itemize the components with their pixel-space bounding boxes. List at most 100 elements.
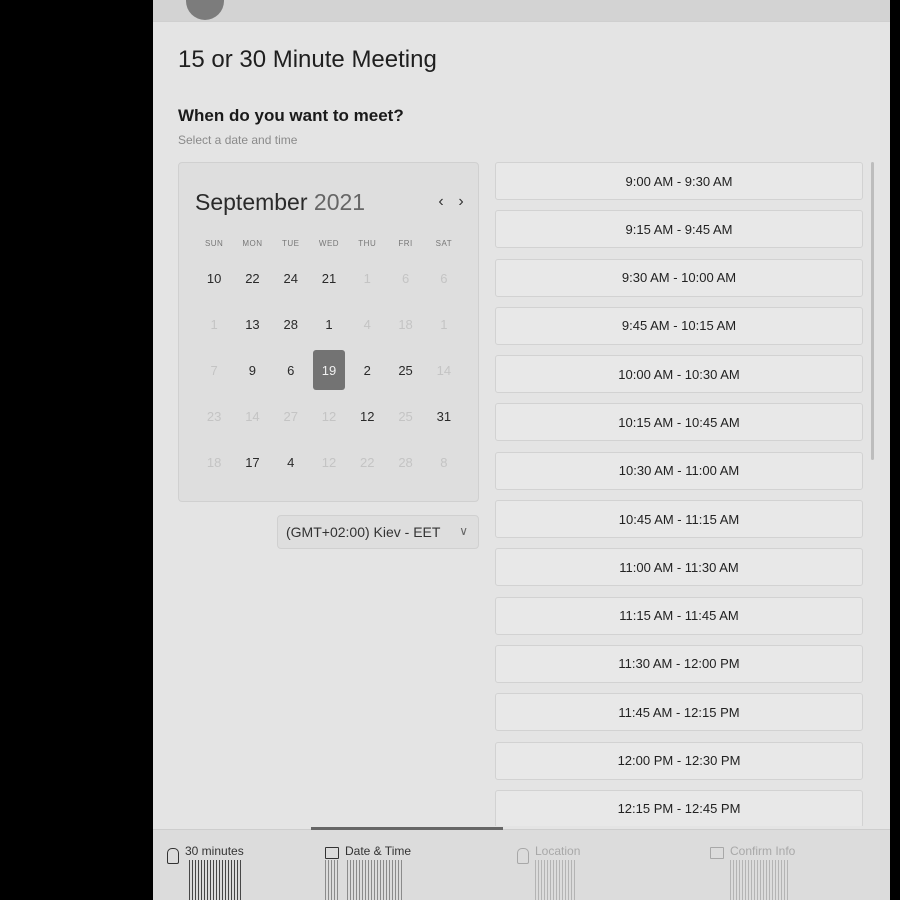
active-step-indicator bbox=[311, 827, 503, 830]
time-slot-button[interactable]: 11:45 AM - 12:15 PM bbox=[495, 693, 863, 732]
document-icon bbox=[710, 847, 724, 859]
calendar-day-label: 14 bbox=[436, 362, 452, 378]
section-heading: When do you want to meet? bbox=[178, 106, 404, 125]
clock-icon bbox=[167, 848, 179, 864]
calendar-day: 18 bbox=[195, 439, 233, 485]
calendar-day-label: 31 bbox=[436, 408, 452, 424]
step-confirm-label: Confirm Info bbox=[730, 844, 796, 858]
calendar-day-label: 28 bbox=[398, 454, 413, 470]
calendar-day[interactable]: 22 bbox=[233, 255, 271, 301]
top-bar bbox=[153, 0, 890, 22]
step-date-time-detail-a bbox=[325, 860, 339, 900]
calendar-day-label: 27 bbox=[283, 408, 298, 424]
time-slot-button[interactable]: 10:15 AM - 10:45 AM bbox=[495, 403, 863, 442]
calendar-day-label: 13 bbox=[245, 316, 260, 332]
calendar-day: 8 bbox=[425, 439, 463, 485]
calendar-day[interactable]: 21 bbox=[310, 255, 348, 301]
calendar-month: September bbox=[195, 189, 308, 215]
calendar-day[interactable]: 2 bbox=[348, 347, 386, 393]
step-date-time[interactable]: Date & Time bbox=[325, 844, 411, 859]
calendar-day-label: 14 bbox=[245, 408, 260, 424]
time-slot-button[interactable]: 9:30 AM - 10:00 AM bbox=[495, 258, 863, 297]
calendar-day: 6 bbox=[425, 255, 463, 301]
calendar-month-year: September 2021 bbox=[195, 189, 365, 216]
calendar-day-label: 9 bbox=[248, 362, 257, 378]
calendar-day-label: 2 bbox=[363, 362, 371, 378]
chevron-right-icon[interactable]: › bbox=[454, 193, 468, 211]
calendar-day: 23 bbox=[195, 393, 233, 439]
calendar-day[interactable]: 6 bbox=[272, 347, 310, 393]
avatar bbox=[186, 0, 224, 20]
calendar-day[interactable]: 17 bbox=[233, 439, 271, 485]
timezone-select[interactable]: (GMT+02:00) Kiev - EET ∨ bbox=[277, 515, 479, 549]
step-location-label: Location bbox=[535, 844, 581, 858]
time-slot-button[interactable]: 10:45 AM - 11:15 AM bbox=[495, 500, 863, 539]
calendar-day: 1 bbox=[425, 301, 463, 347]
calendar-day-label: 24 bbox=[283, 270, 298, 286]
time-slot-button[interactable]: 9:15 AM - 9:45 AM bbox=[495, 210, 863, 249]
weekday-label: WED bbox=[318, 239, 340, 248]
calendar-day[interactable]: 9 bbox=[233, 347, 271, 393]
calendar-day: 7 bbox=[195, 347, 233, 393]
calendar-day-label: 17 bbox=[245, 454, 260, 470]
calendar-day-label: 4 bbox=[363, 316, 371, 332]
calendar-day[interactable]: 10 bbox=[195, 255, 233, 301]
calendar-day[interactable]: 12 bbox=[348, 393, 386, 439]
calendar-day-label: 25 bbox=[398, 362, 413, 378]
calendar-day: 4 bbox=[348, 301, 386, 347]
calendar-day-label: 1 bbox=[363, 270, 371, 286]
time-slot-button[interactable]: 9:45 AM - 10:15 AM bbox=[495, 306, 863, 345]
calendar-day-selected[interactable]: 19 bbox=[310, 347, 348, 393]
time-slot-button[interactable]: 11:00 AM - 11:30 AM bbox=[495, 548, 863, 587]
calendar-day-label: 1 bbox=[440, 316, 448, 332]
calendar-day-label: 4 bbox=[287, 454, 295, 470]
calendar-day-label: 7 bbox=[210, 362, 218, 378]
time-slot-list[interactable]: 9:00 AM - 9:30 AM 9:15 AM - 9:45 AM 9:30 A… bbox=[495, 162, 863, 826]
time-slot-button[interactable]: 9:00 AM - 9:30 AM bbox=[495, 162, 863, 200]
calendar-day: 12 bbox=[310, 439, 348, 485]
calendar-day-label: 8 bbox=[440, 454, 448, 470]
calendar-day-label: 6 bbox=[440, 270, 448, 286]
calendar-day-label: 28 bbox=[283, 316, 298, 332]
calendar-day: 25 bbox=[386, 393, 424, 439]
time-slot-button[interactable]: 12:00 PM - 12:30 PM bbox=[495, 741, 863, 780]
step-duration-label: 30 minutes bbox=[185, 844, 244, 858]
calendar-days: 10 22 24 21 1 6 6 1 13 28 1 4 18 1 7 9 6 19 2 25 14 23 14 27 12 1… bbox=[195, 255, 463, 485]
calendar-day[interactable]: 24 bbox=[272, 255, 310, 301]
step-duration-detail bbox=[189, 860, 241, 900]
calendar-day: 28 bbox=[386, 439, 424, 485]
calendar-day-label: 6 bbox=[287, 362, 295, 378]
page-title: 15 or 30 Minute Meeting bbox=[178, 46, 437, 73]
calendar-day-label: 12 bbox=[321, 408, 337, 424]
calendar-day-label: 22 bbox=[360, 454, 375, 470]
calendar-day[interactable]: 4 bbox=[272, 439, 310, 485]
calendar-day[interactable]: 31 bbox=[425, 393, 463, 439]
time-slot-button[interactable]: 11:30 AM - 12:00 PM bbox=[495, 644, 863, 683]
scrollbar[interactable] bbox=[871, 162, 874, 460]
calendar: September 2021 ‹ › SUN MON TUE WED THU FRI SAT… bbox=[178, 162, 479, 502]
calendar-day[interactable]: 25 bbox=[386, 347, 424, 393]
calendar-day-label: 21 bbox=[321, 270, 337, 286]
step-confirm[interactable]: Confirm Info bbox=[710, 844, 795, 859]
calendar-day[interactable]: 28 bbox=[272, 301, 310, 347]
calendar-day: 18 bbox=[386, 301, 424, 347]
time-slot-button[interactable]: 11:15 AM - 11:45 AM bbox=[495, 596, 863, 635]
weekday-label: SUN bbox=[204, 239, 224, 248]
chevron-left-icon[interactable]: ‹ bbox=[434, 193, 448, 211]
scheduler-panel: 15 or 30 Minute Meeting When do you want… bbox=[153, 0, 890, 900]
calendar-day: 27 bbox=[272, 393, 310, 439]
location-pin-icon bbox=[517, 848, 529, 864]
calendar-day-label: 12 bbox=[321, 454, 337, 470]
time-slot-button[interactable]: 10:30 AM - 11:00 AM bbox=[495, 451, 863, 490]
step-date-time-detail-b bbox=[347, 860, 403, 900]
calendar-day-label: 1 bbox=[210, 316, 218, 332]
calendar-day-label: 6 bbox=[401, 270, 410, 286]
calendar-day: 22 bbox=[348, 439, 386, 485]
time-slot-button[interactable]: 10:00 AM - 10:30 AM bbox=[495, 355, 863, 394]
calendar-icon bbox=[325, 847, 339, 859]
calendar-day-label: 12 bbox=[360, 408, 375, 424]
calendar-day[interactable]: 13 bbox=[233, 301, 271, 347]
calendar-day[interactable]: 1 bbox=[310, 301, 348, 347]
time-slot-button[interactable]: 12:15 PM - 12:45 PM bbox=[495, 789, 863, 826]
weekday-label: MON bbox=[242, 239, 263, 248]
